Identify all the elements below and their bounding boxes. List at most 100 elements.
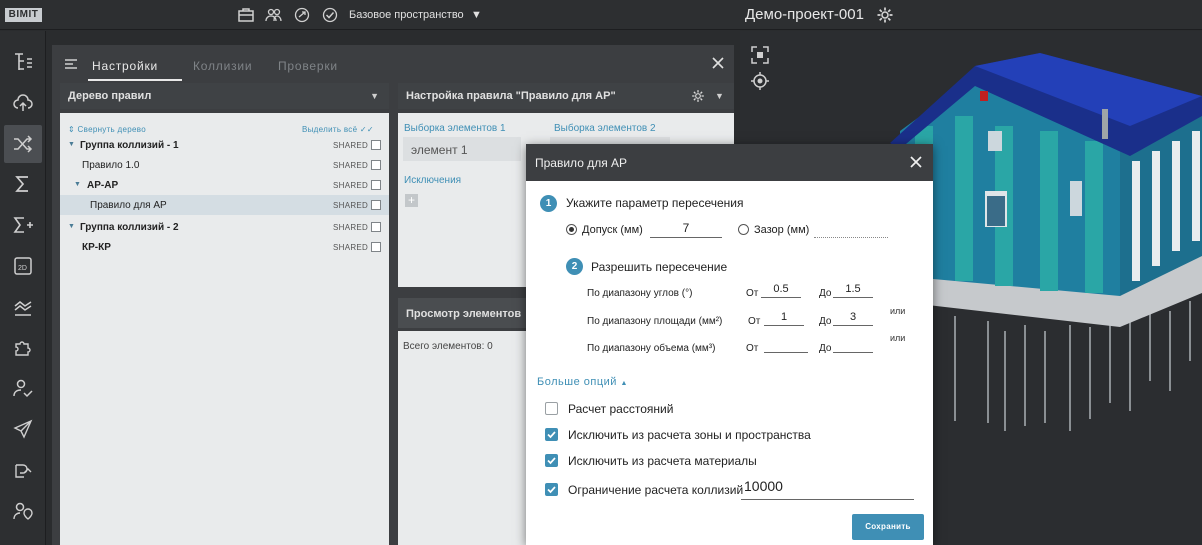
tolerance-label: Допуск (мм) bbox=[582, 224, 643, 236]
link-icon[interactable] bbox=[4, 451, 42, 489]
more-options-toggle[interactable]: Больше опций ▲ bbox=[537, 376, 628, 388]
puzzle-icon[interactable] bbox=[4, 328, 42, 366]
tree-row-label: Правило для АР bbox=[90, 200, 167, 211]
panel-close-icon[interactable] bbox=[711, 56, 725, 70]
dialog-header: Правило для АР bbox=[526, 144, 933, 181]
tree-row-selected[interactable]: Правило для АР SHARED bbox=[60, 195, 389, 215]
gap-radio[interactable] bbox=[738, 224, 749, 235]
row-checkbox[interactable] bbox=[371, 222, 381, 232]
row-checkbox[interactable] bbox=[371, 242, 381, 252]
2d-icon[interactable]: 2D bbox=[4, 247, 42, 285]
menu-icon[interactable] bbox=[64, 57, 78, 71]
shuffle-icon[interactable] bbox=[4, 125, 42, 163]
cloud-upload-icon[interactable] bbox=[4, 84, 42, 122]
select-all-link[interactable]: Выделить всё ✓✓ bbox=[302, 125, 374, 134]
dialog-close-icon[interactable] bbox=[909, 155, 923, 169]
gap-input[interactable] bbox=[814, 221, 888, 238]
dialog-title: Правило для АР bbox=[535, 156, 628, 170]
row-checkbox[interactable] bbox=[371, 140, 381, 150]
collision-limit-input[interactable]: 10000 bbox=[741, 478, 914, 500]
svg-text:2D: 2D bbox=[18, 265, 27, 272]
tree-row[interactable]: ▼ Группа коллизий - 1 SHARED bbox=[60, 135, 389, 155]
shared-badge: SHARED bbox=[333, 181, 369, 190]
shared-badge: SHARED bbox=[333, 161, 369, 170]
active-tab-indicator bbox=[88, 79, 182, 81]
rule-settings-title: Настройка правила "Правило для АР" bbox=[406, 90, 616, 102]
save-button[interactable]: Сохранить bbox=[852, 514, 924, 540]
element-viewer-title: Просмотр элементов bbox=[406, 308, 522, 320]
rule-gear-icon[interactable] bbox=[691, 89, 705, 103]
project-settings-gear-icon[interactable] bbox=[876, 6, 894, 24]
rule-tree: ⇕ Свернуть дерево Выделить всё ✓✓ ▼ Груп… bbox=[60, 113, 389, 545]
users-icon[interactable] bbox=[265, 6, 283, 24]
add-exclusion-button[interactable]: + bbox=[405, 194, 418, 207]
exclude-zones-checkbox[interactable] bbox=[545, 428, 558, 441]
tab-settings[interactable]: Настройки bbox=[92, 59, 158, 73]
tree-row-label: Группа коллизий - 1 bbox=[80, 140, 179, 151]
tab-collisions[interactable]: Коллизии bbox=[193, 59, 252, 73]
rule-tree-title: Дерево правил bbox=[68, 90, 152, 102]
check-circle-icon[interactable] bbox=[321, 6, 339, 24]
viewport-toolbar bbox=[750, 45, 774, 97]
row-checkbox[interactable] bbox=[371, 200, 381, 210]
gap-label: Зазор (мм) bbox=[754, 224, 810, 236]
panel-header: Настройки Коллизии Проверки bbox=[52, 45, 734, 83]
tree-row[interactable]: Правило 1.0 SHARED bbox=[60, 155, 389, 175]
sigma-icon[interactable] bbox=[4, 165, 42, 203]
row-checkbox[interactable] bbox=[371, 160, 381, 170]
sigma-plus-icon[interactable] bbox=[4, 206, 42, 244]
tree-icon[interactable] bbox=[4, 43, 42, 81]
distance-checkbox[interactable] bbox=[545, 402, 558, 415]
space-dropdown-caret[interactable]: ▼ bbox=[471, 9, 482, 21]
collapse-tree-link[interactable]: ⇕ Свернуть дерево bbox=[68, 125, 146, 134]
left-rail: 2D bbox=[0, 31, 46, 545]
area-from-input[interactable]: 1 bbox=[764, 311, 804, 326]
shared-badge: SHARED bbox=[333, 243, 369, 252]
user-check-icon[interactable] bbox=[4, 369, 42, 407]
target-icon[interactable] bbox=[750, 71, 770, 91]
expand-arrow-icon[interactable]: ▼ bbox=[68, 141, 75, 148]
user-location-icon[interactable] bbox=[4, 492, 42, 530]
area-from-label: От bbox=[748, 316, 761, 327]
share-icon[interactable] bbox=[293, 6, 311, 24]
graph-icon[interactable] bbox=[4, 288, 42, 326]
tolerance-radio[interactable] bbox=[566, 224, 577, 235]
rule-settings-caret[interactable]: ▼ bbox=[715, 91, 724, 101]
volume-from-input[interactable] bbox=[764, 338, 808, 353]
tolerance-input[interactable]: 7 bbox=[650, 221, 722, 238]
total-elements: Всего элементов: 0 bbox=[403, 341, 493, 352]
expand-arrow-icon[interactable]: ▼ bbox=[74, 181, 81, 188]
exclusions-label: Исключения bbox=[404, 175, 462, 186]
top-bar: BIMIT Базовое пространство ▼ Демо-проект… bbox=[0, 0, 1202, 30]
selection-1-label: Выборка элементов 1 bbox=[404, 123, 506, 134]
area-to-input[interactable]: 3 bbox=[833, 311, 873, 326]
rule-dialog: Правило для АР 1 Укажите параметр пересе… bbox=[526, 144, 933, 545]
step-2-badge: 2 bbox=[566, 258, 583, 275]
selection-2-label: Выборка элементов 2 bbox=[554, 123, 656, 134]
tree-row-label: Группа коллизий - 2 bbox=[80, 222, 179, 233]
fit-view-icon[interactable] bbox=[750, 45, 770, 65]
or-label: или bbox=[890, 333, 906, 343]
angle-to-input[interactable]: 1.5 bbox=[833, 283, 873, 298]
step-2-label: Разрешить пересечение bbox=[591, 260, 728, 274]
angle-from-label: От bbox=[746, 288, 759, 299]
briefcase-icon[interactable] bbox=[237, 6, 255, 24]
tree-row[interactable]: КР-КР SHARED bbox=[60, 237, 389, 257]
collision-limit-checkbox[interactable] bbox=[545, 483, 558, 496]
volume-to-input[interactable] bbox=[833, 338, 873, 353]
expand-arrow-icon[interactable]: ▼ bbox=[68, 223, 75, 230]
rule-tree-caret[interactable]: ▼ bbox=[370, 91, 379, 101]
space-selector[interactable]: Базовое пространство bbox=[349, 9, 464, 21]
send-icon[interactable] bbox=[4, 410, 42, 448]
selection-1-item[interactable]: элемент 1 bbox=[403, 137, 521, 161]
tree-row-label: КР-КР bbox=[82, 242, 111, 253]
tab-checks[interactable]: Проверки bbox=[278, 59, 338, 73]
angle-from-input[interactable]: 0.5 bbox=[761, 283, 801, 298]
top-toolbar bbox=[237, 6, 339, 24]
row-checkbox[interactable] bbox=[371, 180, 381, 190]
tree-row[interactable]: ▼ АР-АР SHARED bbox=[60, 175, 389, 195]
angle-range-label: По диапазону углов (°) bbox=[587, 288, 693, 299]
volume-range-label: По диапазону объема (мм³) bbox=[587, 343, 716, 354]
exclude-materials-checkbox[interactable] bbox=[545, 454, 558, 467]
tree-row[interactable]: ▼ Группа коллизий - 2 SHARED bbox=[60, 217, 389, 237]
